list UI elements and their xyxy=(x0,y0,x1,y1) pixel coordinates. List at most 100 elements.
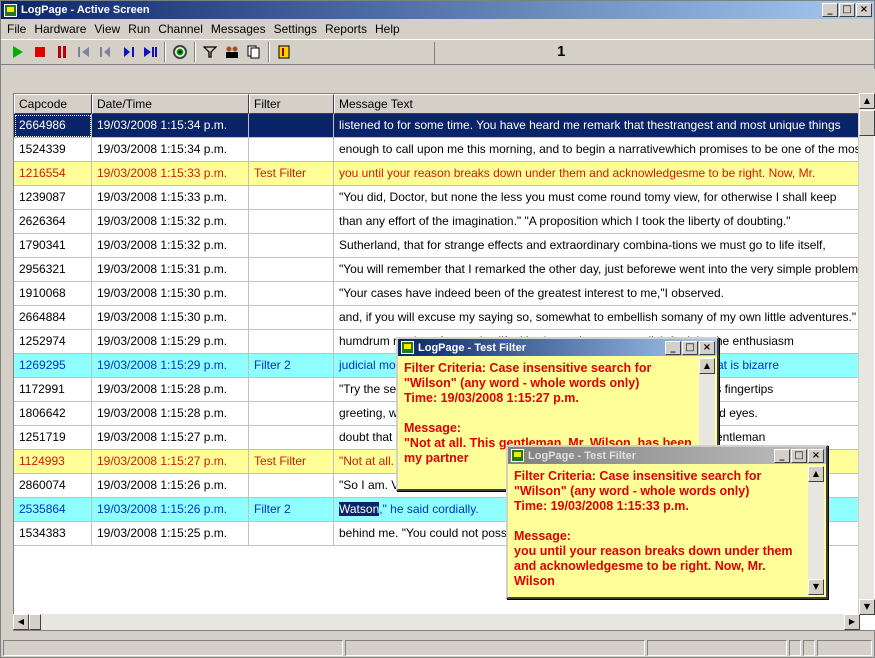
cell-capcode: 1790341 xyxy=(14,234,92,258)
cell-capcode: 1216554 xyxy=(14,162,92,186)
cell-capcode: 2664986 xyxy=(14,114,92,138)
table-row[interactable]: 1790341 19/03/2008 1:15:32 p.m. Sutherland… xyxy=(14,234,864,258)
monitor-button[interactable] xyxy=(169,41,191,63)
cell-datetime: 19/03/2008 1:15:27 p.m. xyxy=(92,450,249,474)
close-button[interactable]: × xyxy=(856,3,872,17)
alert-time: Time: 19/03/2008 1:15:27 p.m. xyxy=(404,391,579,405)
cell-message-text: enough to call upon me this morning, and… xyxy=(339,142,864,156)
scroll-up-arrow-icon[interactable]: ▲ xyxy=(808,466,824,482)
next-message-button[interactable] xyxy=(117,41,139,63)
stop-button[interactable] xyxy=(29,41,51,63)
popup-title: LogPage - Test Filter xyxy=(528,449,636,462)
minimize-button[interactable]: _ xyxy=(665,341,681,355)
menu-messages[interactable]: Messages xyxy=(207,20,270,38)
funnel-icon xyxy=(203,46,217,58)
menu-settings[interactable]: Settings xyxy=(270,20,321,38)
pages-button[interactable] xyxy=(243,41,265,63)
menu-bar: File Hardware View Run Channel Messages … xyxy=(1,20,874,38)
pause-button[interactable] xyxy=(51,41,73,63)
cell-filter xyxy=(249,330,334,354)
column-header-capcode[interactable]: Capcode xyxy=(14,94,92,114)
column-header-filter[interactable]: Filter xyxy=(249,94,334,114)
table-row[interactable]: 2626364 19/03/2008 1:15:32 p.m. than any e… xyxy=(14,210,864,234)
status-panel xyxy=(817,640,872,656)
popup-title-bar[interactable]: LogPage - Test Filter _ □ × xyxy=(508,447,826,464)
cell-capcode: 1524339 xyxy=(14,138,92,162)
close-button[interactable]: × xyxy=(699,341,715,355)
play-button[interactable] xyxy=(7,41,29,63)
maximize-button[interactable]: □ xyxy=(682,341,698,355)
message-label: Message: xyxy=(514,529,571,543)
menu-hardware[interactable]: Hardware xyxy=(30,20,90,38)
column-header-message-text[interactable]: Message Text xyxy=(334,94,864,114)
cell-datetime: 19/03/2008 1:15:27 p.m. xyxy=(92,426,249,450)
cell-datetime: 19/03/2008 1:15:34 p.m. xyxy=(92,138,249,162)
target-icon xyxy=(173,45,187,59)
popup-title-bar[interactable]: LogPage - Test Filter _ □ × xyxy=(398,339,717,356)
title-bar[interactable]: LogPage - Active Screen _ □ × xyxy=(1,1,874,19)
table-row[interactable]: 1239087 19/03/2008 1:15:33 p.m. "You did, … xyxy=(14,186,864,210)
cell-datetime: 19/03/2008 1:15:25 p.m. xyxy=(92,522,249,546)
horizontal-scroll-thumb[interactable] xyxy=(29,614,41,630)
scroll-up-arrow-icon[interactable]: ▲ xyxy=(699,358,715,374)
first-message-button[interactable] xyxy=(73,41,95,63)
menu-channel[interactable]: Channel xyxy=(154,20,207,38)
scroll-down-arrow-icon[interactable]: ▼ xyxy=(859,599,875,615)
toolbar-separator xyxy=(164,42,166,62)
table-row[interactable]: 1910068 19/03/2008 1:15:30 p.m. "Your case… xyxy=(14,282,864,306)
scroll-right-arrow-icon[interactable]: ▶ xyxy=(844,614,860,630)
horizontal-scrollbar[interactable]: ◀ ▶ xyxy=(13,614,860,630)
cell-datetime: 19/03/2008 1:15:30 p.m. xyxy=(92,282,249,306)
last-message-button[interactable] xyxy=(139,41,161,63)
table-row[interactable]: 2664884 19/03/2008 1:15:30 p.m. and, if yo… xyxy=(14,306,864,330)
menu-file[interactable]: File xyxy=(3,20,30,38)
vertical-scroll-thumb[interactable] xyxy=(859,110,875,136)
table-row[interactable]: 2956321 19/03/2008 1:15:31 p.m. "You will … xyxy=(14,258,864,282)
maximize-button[interactable]: □ xyxy=(791,449,807,463)
column-header-datetime[interactable]: Date/Time xyxy=(92,94,249,114)
menu-view[interactable]: View xyxy=(90,20,124,38)
cell-datetime: 19/03/2008 1:15:32 p.m. xyxy=(92,234,249,258)
status-panel xyxy=(803,640,815,656)
cell-capcode: 1910068 xyxy=(14,282,92,306)
cell-filter xyxy=(249,522,334,546)
status-panel xyxy=(345,640,645,656)
menu-reports[interactable]: Reports xyxy=(321,20,371,38)
test-filter-alert-window-2[interactable]: LogPage - Test Filter _ □ × Filter Crite… xyxy=(506,445,828,599)
minimize-button[interactable]: _ xyxy=(774,449,790,463)
scroll-down-arrow-icon[interactable]: ▼ xyxy=(808,579,824,595)
cell-datetime: 19/03/2008 1:15:29 p.m. xyxy=(92,354,249,378)
window-title: LogPage - Active Screen xyxy=(21,4,150,16)
users-button[interactable] xyxy=(221,41,243,63)
exit-button[interactable] xyxy=(273,41,295,63)
maximize-button[interactable]: □ xyxy=(839,3,855,17)
cell-capcode: 1239087 xyxy=(14,186,92,210)
cell-message-text: listened to for some time. You have hear… xyxy=(339,118,841,132)
table-row[interactable]: 1524339 19/03/2008 1:15:34 p.m. enough to … xyxy=(14,138,864,162)
cell-datetime: 19/03/2008 1:15:26 p.m. xyxy=(92,474,249,498)
status-panel xyxy=(789,640,801,656)
vertical-scrollbar[interactable]: ▲ ▼ xyxy=(858,93,875,615)
close-button[interactable]: × xyxy=(808,449,824,463)
cell-datetime: 19/03/2008 1:15:33 p.m. xyxy=(92,162,249,186)
toolbar-separator xyxy=(194,42,196,62)
scroll-up-arrow-icon[interactable]: ▲ xyxy=(859,93,875,109)
cell-filter xyxy=(249,186,334,210)
minimize-button[interactable]: _ xyxy=(822,3,838,17)
filter-button[interactable] xyxy=(199,41,221,63)
message-counter: 1 xyxy=(557,43,566,60)
cell-datetime: 19/03/2008 1:15:26 p.m. xyxy=(92,498,249,522)
alert-time: Time: 19/03/2008 1:15:33 p.m. xyxy=(514,499,689,513)
cell-capcode: 2626364 xyxy=(14,210,92,234)
popup-scrollbar[interactable]: ▲ ▼ xyxy=(808,466,824,595)
table-row[interactable]: 2664986 19/03/2008 1:15:34 p.m. listened t… xyxy=(14,114,864,138)
table-row[interactable]: 1216554 19/03/2008 1:15:33 p.m. Test Filte… xyxy=(14,162,864,186)
cell-capcode: 2956321 xyxy=(14,258,92,282)
popup-window-controls: _ □ × xyxy=(665,341,715,355)
skip-first-icon xyxy=(78,47,89,57)
previous-message-button[interactable] xyxy=(95,41,117,63)
menu-help[interactable]: Help xyxy=(371,20,404,38)
menu-run[interactable]: Run xyxy=(124,20,154,38)
scroll-left-arrow-icon[interactable]: ◀ xyxy=(13,614,29,630)
cell-datetime: 19/03/2008 1:15:30 p.m. xyxy=(92,306,249,330)
